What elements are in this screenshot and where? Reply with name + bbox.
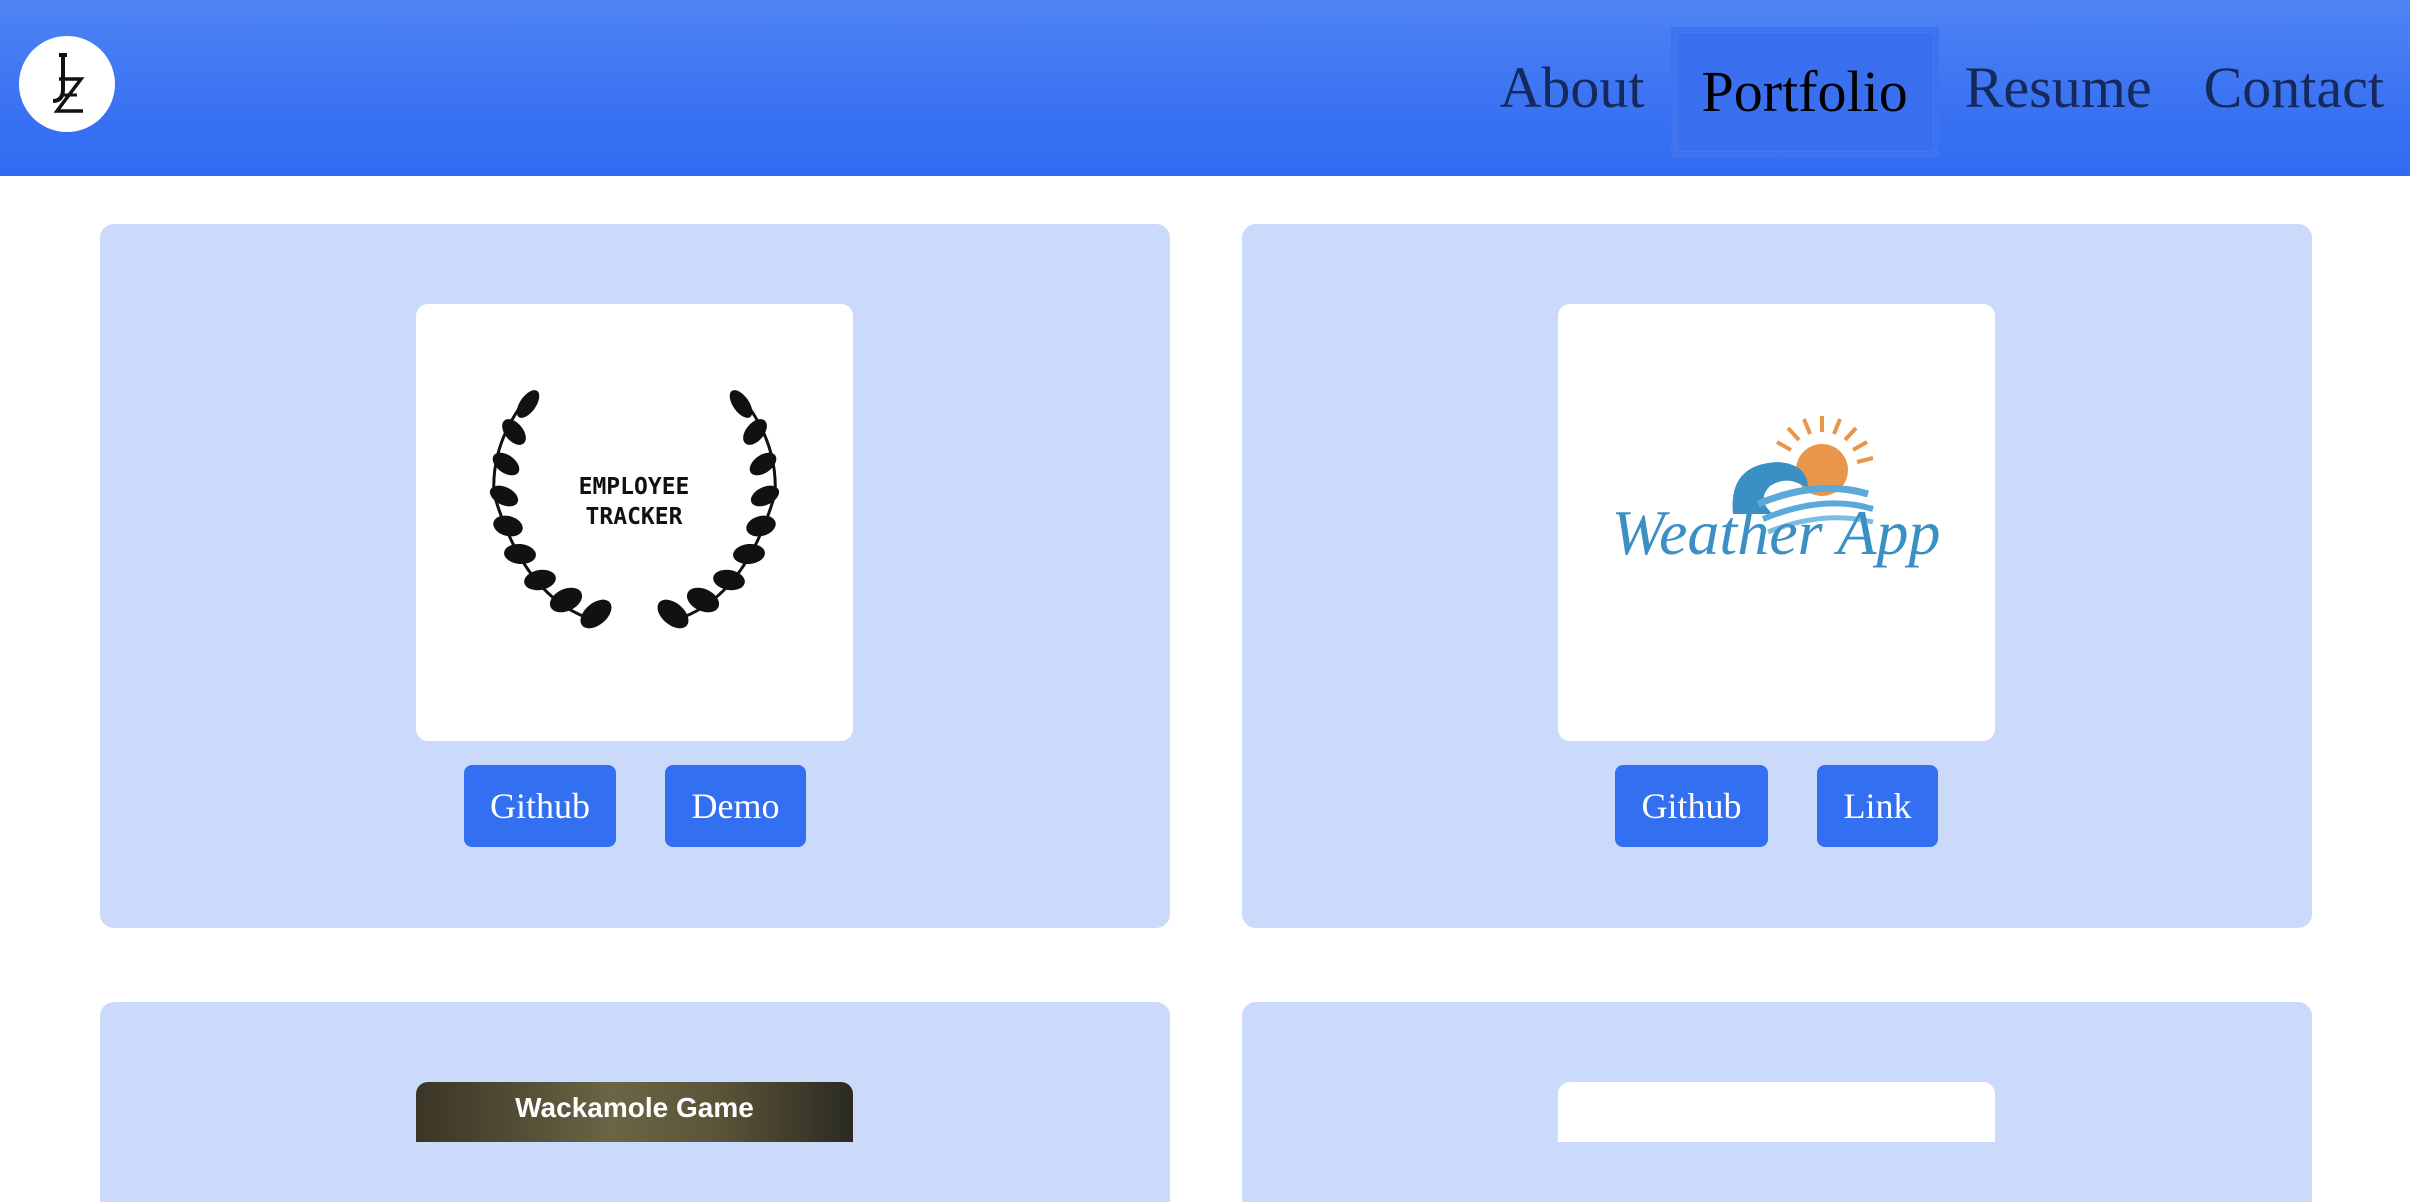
project-thumbnail: Wackamole Game (416, 1082, 853, 1142)
github-button[interactable]: Github (464, 765, 616, 847)
nav-portfolio[interactable]: Portfolio (1671, 27, 1939, 157)
project-card-employee-tracker: EMPLOYEE TRACKER Github Demo (100, 224, 1170, 928)
nav-contact[interactable]: Contact (2178, 23, 2410, 153)
laurel-wreath-logo-icon: EMPLOYEE TRACKER (416, 304, 853, 741)
project-thumbnail: Weather App (1558, 304, 1995, 741)
project-card-weather-app: Weather App Github Link (1242, 224, 2312, 928)
project-thumbnail (1558, 1082, 1995, 1142)
weather-app-title: Weather App (1612, 497, 1941, 568)
demo-button[interactable]: Demo (665, 765, 806, 847)
weather-app-logo-icon: Weather App (1558, 304, 1995, 741)
project-thumbnail: EMPLOYEE TRACKER (416, 304, 853, 741)
github-button[interactable]: Github (1615, 765, 1768, 847)
link-button[interactable]: Link (1817, 765, 1938, 847)
main-nav: About Portfolio Resume Contact (1474, 0, 2410, 176)
project-card-wackamole: Wackamole Game (100, 1002, 1170, 1202)
game-title: Wackamole Game (515, 1082, 754, 1124)
nav-resume[interactable]: Resume (1939, 23, 2178, 153)
project-card-4 (1242, 1002, 2312, 1202)
nav-about[interactable]: About (1474, 23, 1671, 153)
logo-line-2: TRACKER (586, 504, 683, 530)
site-logo[interactable] (19, 36, 115, 132)
jz-monogram-icon (37, 49, 97, 119)
site-header: About Portfolio Resume Contact (0, 0, 2410, 176)
logo-line-1: EMPLOYEE (579, 474, 690, 500)
